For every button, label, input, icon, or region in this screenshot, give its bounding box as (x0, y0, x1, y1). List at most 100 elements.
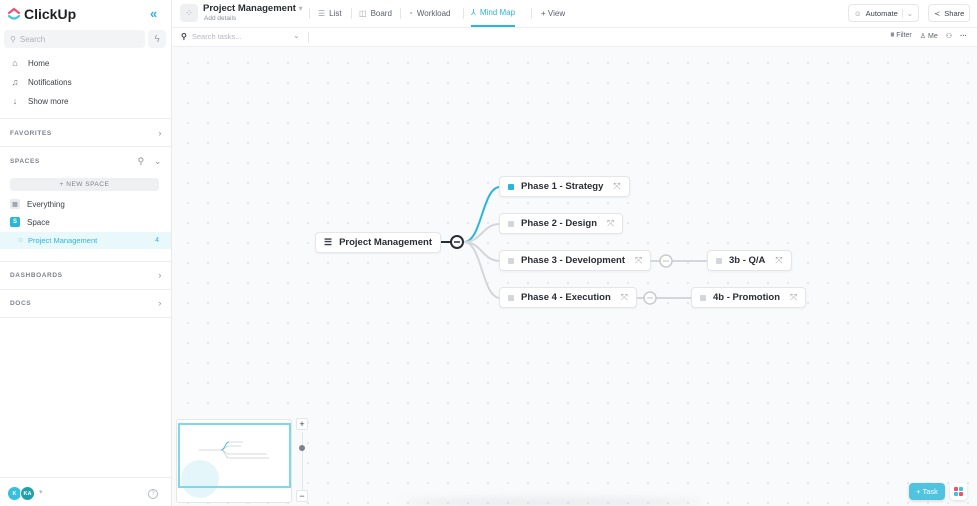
sidebar-item-label: Show more (28, 96, 69, 106)
expand-icon[interactable]: ⤧ (635, 255, 642, 266)
toolbar-actions: ⩩ Filter ♙ Me ⚇ ··· (890, 32, 967, 40)
clickup-logo-icon (7, 7, 21, 20)
page-title-text: Project Management (203, 3, 296, 14)
divider (0, 317, 171, 318)
divider (0, 118, 171, 119)
app-window: ClickUp « ⚲ Search ϟ ⌂ Home ♫ Notificati… (0, 0, 977, 506)
mind-map-node-4b[interactable]: 4b - Promotion ⤧ (691, 287, 807, 308)
expand-icon[interactable]: ⤧ (621, 292, 628, 303)
docs-label: DOCS (10, 299, 32, 307)
bell-icon: ♫ (11, 77, 19, 87)
chevron-right-icon: › (158, 298, 162, 308)
share-icon: ≺ (934, 8, 941, 18)
mind-map-node-phase-4[interactable]: Phase 4 - Execution ⤧ (499, 287, 637, 308)
chevron-right-icon: › (158, 128, 162, 138)
sidebar-search-input[interactable]: ⚲ Search (4, 30, 145, 48)
more-options-icon[interactable]: ··· (960, 33, 967, 40)
project-icon[interactable]: ⁘ (180, 4, 198, 22)
share-button[interactable]: ≺ Share (928, 4, 971, 22)
expand-icon[interactable]: ⤧ (790, 292, 797, 303)
sidebar-item-notifications[interactable]: ♫ Notifications (10, 77, 72, 87)
minimap[interactable] (176, 419, 292, 503)
expand-icon[interactable]: ⤧ (613, 181, 620, 192)
space-avatar: S (10, 217, 20, 227)
sidebar-item-show-more[interactable]: ↓ Show more (10, 96, 69, 106)
node-label: Phase 1 - Strategy (521, 181, 604, 192)
status-square-icon (508, 294, 514, 301)
tab-label: Workload (416, 9, 451, 18)
collapse-root-button[interactable] (450, 235, 464, 249)
tab-board[interactable]: ◫ Board (359, 0, 392, 27)
assignees-icon[interactable]: ⚇ (946, 32, 952, 40)
tab-mind-map[interactable]: ⅄ Mind Map (471, 0, 516, 27)
mind-map-node-phase-1[interactable]: Phase 1 - Strategy ⤧ (499, 176, 630, 197)
expand-icon[interactable]: ⤧ (775, 255, 782, 266)
collapse-phase-3-button[interactable] (659, 254, 673, 268)
divider (0, 289, 171, 290)
view-header: ⁘ Project Management ▾ Add details ☰ Lis… (172, 0, 977, 28)
status-square-icon (508, 220, 514, 227)
clickup-logo[interactable]: ClickUp (7, 6, 76, 22)
add-task-button[interactable]: + Task (909, 483, 945, 500)
sidebar-item-space[interactable]: S Space (10, 217, 50, 227)
chevron-down-icon[interactable]: ⌄ (901, 8, 913, 18)
sidebar-item-label: Home (28, 58, 50, 68)
collapse-sidebar-icon[interactable]: « (150, 6, 157, 21)
mind-map-node-phase-2[interactable]: Phase 2 - Design ⤧ (499, 213, 624, 234)
help-icon[interactable]: ? (148, 489, 158, 499)
spaces-section: SPACES ⚲ ⌄ (10, 156, 162, 167)
zoom-slider-handle[interactable] (299, 445, 305, 451)
filter-button[interactable]: ⩩ Filter (890, 32, 911, 40)
automate-label: Automate (865, 8, 898, 18)
tab-label: Mind Map (479, 8, 516, 17)
tab-list[interactable]: ☰ List (318, 0, 342, 27)
zoom-out-button[interactable]: − (296, 490, 308, 502)
app-name: ClickUp (24, 6, 77, 22)
sidebar: ClickUp « ⚲ Search ϟ ⌂ Home ♫ Notificati… (0, 0, 172, 506)
user-menu-caret-icon[interactable]: ▾ (39, 488, 43, 496)
status-square-icon (700, 294, 706, 301)
user-avatar[interactable]: KA (20, 486, 35, 501)
chevron-down-icon[interactable]: ⌄ (154, 156, 162, 167)
share-label: Share (944, 8, 965, 18)
sidebar-item-home[interactable]: ⌂ Home (10, 58, 49, 68)
bottom-bar-shadow (402, 497, 702, 506)
add-view-button[interactable]: + View (541, 0, 565, 27)
automate-button[interactable]: ☺ Automate ⌄ (848, 4, 920, 22)
apps-grid-button[interactable] (950, 483, 967, 500)
collapse-phase-4-button[interactable] (643, 291, 657, 305)
person-icon: ♙ (919, 33, 927, 40)
chevron-down-icon[interactable]: ⌄ (293, 31, 300, 40)
expand-icon[interactable]: ⤧ (607, 218, 614, 229)
me-filter-button[interactable]: ♙ Me (920, 32, 938, 40)
mind-map-root-node[interactable]: ☰ Project Management (315, 232, 441, 253)
docs-section[interactable]: DOCS › (10, 298, 162, 308)
list-dot-icon: ⊙ (18, 238, 24, 244)
search-icon: ⚲ (10, 34, 16, 44)
mind-map-node-3b[interactable]: 3b - Q/A ⤧ (707, 250, 792, 271)
sidebar-item-everything[interactable]: ▦ Everything (10, 199, 65, 209)
page-title[interactable]: Project Management ▾ (203, 3, 303, 14)
new-space-button[interactable]: + NEW SPACE (10, 178, 159, 191)
sidebar-item-project-management[interactable]: ⊙ Project Management 4 (0, 232, 171, 249)
mind-map-canvas[interactable]: ☰ Project Management Phase 1 - Strategy … (172, 47, 977, 506)
mind-map-links (440, 186, 707, 305)
tab-workload[interactable]: ◔ Workload (408, 0, 451, 27)
favorites-section[interactable]: FAVORITES › (10, 128, 162, 138)
divider (0, 261, 171, 262)
search-icon: ⚲ (181, 32, 187, 41)
add-details-link[interactable]: Add details (204, 15, 236, 22)
dashboards-section[interactable]: DASHBOARDS › (10, 270, 162, 280)
zoom-slider-track[interactable] (302, 432, 303, 495)
search-spaces-icon[interactable]: ⚲ (138, 156, 145, 167)
mind-map-node-phase-3[interactable]: Phase 3 - Development ⤧ (499, 250, 652, 271)
search-tasks-input[interactable]: ⚲ Search tasks... (181, 32, 241, 41)
everything-label: Everything (27, 199, 65, 209)
divider (309, 8, 310, 19)
home-icon: ⌂ (12, 58, 18, 68)
quick-actions-bolt-icon[interactable]: ϟ (148, 30, 166, 48)
zoom-in-button[interactable]: + (296, 418, 308, 430)
status-square-icon (716, 257, 722, 264)
status-square-icon (508, 257, 514, 264)
gauge-icon: ◔ (408, 9, 413, 18)
